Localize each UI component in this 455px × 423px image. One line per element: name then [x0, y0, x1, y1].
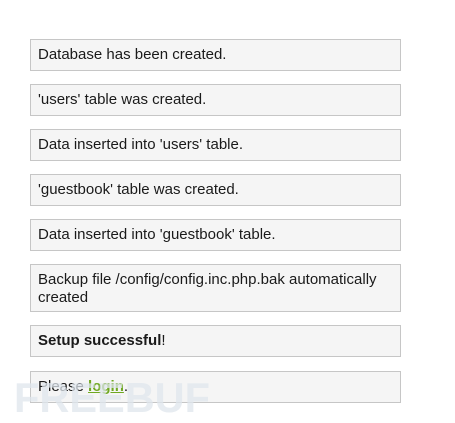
- message-text: Data inserted into 'users' table.: [38, 136, 244, 153]
- login-link[interactable]: login: [88, 378, 124, 395]
- message-users-table-created: 'users' table was created.: [30, 84, 401, 116]
- message-text: Backup file /config/config.inc.php.bak a…: [38, 271, 377, 306]
- message-users-data-inserted: Data inserted into 'users' table.: [30, 129, 401, 161]
- message-text: Data inserted into 'guestbook' table.: [38, 226, 276, 243]
- login-suffix: .: [123, 378, 129, 395]
- message-guestbook-data-inserted: Data inserted into 'guestbook' table.: [30, 219, 401, 251]
- message-database-created: Database has been created.: [30, 39, 401, 71]
- setup-successful-bold: Setup successful: [38, 332, 162, 349]
- message-text: 'users' table was created.: [38, 91, 207, 108]
- message-text: Setup successful!: [38, 332, 166, 350]
- message-backup-created: Backup file /config/config.inc.php.bak a…: [30, 264, 401, 312]
- login-prefix: Please: [38, 378, 89, 395]
- message-text: Please login.: [38, 378, 128, 396]
- message-guestbook-table-created: 'guestbook' table was created.: [30, 174, 401, 206]
- message-setup-successful: Setup successful!: [30, 325, 401, 357]
- message-login-prompt: Please login.: [30, 371, 401, 403]
- message-text: Database has been created.: [38, 46, 227, 63]
- message-text: 'guestbook' table was created.: [38, 181, 239, 198]
- setup-successful-suffix: !: [161, 332, 166, 349]
